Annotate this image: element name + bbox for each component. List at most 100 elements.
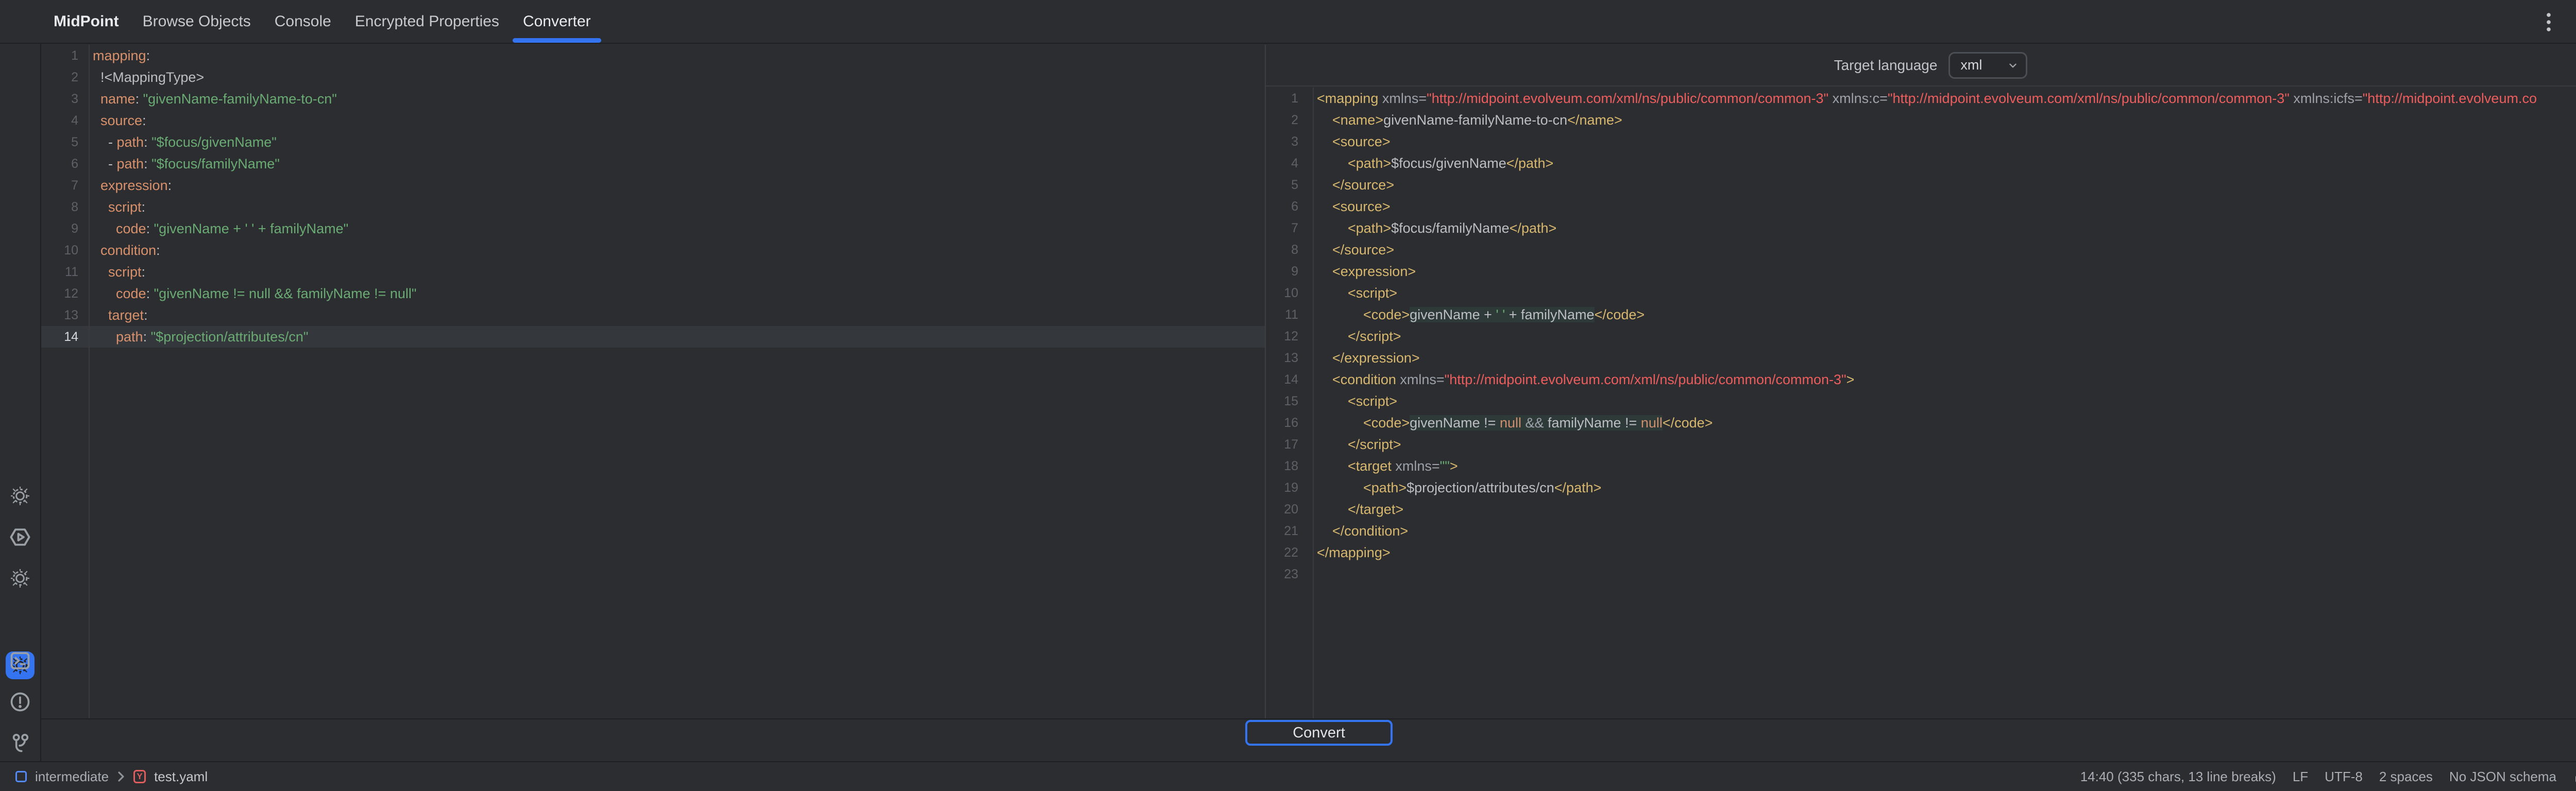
- code-line[interactable]: path: "$projection/attributes/cn": [93, 326, 1265, 348]
- line-number: 7: [1266, 217, 1313, 239]
- yaml-line-number-gutter: 1234567891011121314: [41, 45, 90, 718]
- code-line[interactable]: <path>$focus/givenName</path>: [1317, 152, 2576, 174]
- terminal-icon[interactable]: [8, 649, 32, 673]
- line-number: 6: [41, 153, 89, 175]
- code-line[interactable]: name: "givenName-familyName-to-cn": [93, 88, 1265, 110]
- code-line[interactable]: <mapping xmlns="http://midpoint.evolveum…: [1317, 88, 2576, 109]
- xml-output-editor[interactable]: 1234567891011121314151617181920212223 <m…: [1266, 88, 2576, 718]
- line-number: 22: [1266, 542, 1313, 563]
- code-line[interactable]: - path: "$focus/familyName": [93, 153, 1265, 175]
- chevron-right-icon: [117, 770, 125, 783]
- code-line[interactable]: </expression>: [1317, 347, 2576, 369]
- breadcrumb-project[interactable]: intermediate: [35, 769, 109, 785]
- line-number: 11: [1266, 304, 1313, 325]
- code-line[interactable]: <path>$projection/attributes/cn</path>: [1317, 477, 2576, 498]
- alert-circle-icon[interactable]: [8, 690, 32, 714]
- code-line[interactable]: - path: "$focus/givenName": [93, 131, 1265, 153]
- code-line[interactable]: </source>: [1317, 174, 2576, 196]
- line-number: 11: [41, 261, 89, 283]
- convert-button[interactable]: Convert: [1245, 720, 1393, 746]
- target-language-label: Target language: [1834, 57, 1938, 74]
- code-line[interactable]: <source>: [1317, 196, 2576, 217]
- line-number: 3: [41, 88, 89, 110]
- git-branch-icon[interactable]: [8, 731, 32, 754]
- line-number: 5: [41, 131, 89, 153]
- code-line[interactable]: </mapping>: [1317, 542, 2576, 563]
- line-number: 20: [1266, 498, 1313, 520]
- tab-browse-objects[interactable]: Browse Objects: [143, 12, 251, 31]
- code-line[interactable]: code: "givenName != null && familyName !…: [93, 283, 1265, 304]
- json-schema-widget[interactable]: No JSON schema: [2449, 769, 2556, 785]
- tab-console[interactable]: Console: [275, 12, 331, 31]
- line-number: 2: [41, 66, 89, 88]
- code-line[interactable]: </script>: [1317, 325, 2576, 347]
- line-number: 10: [41, 239, 89, 261]
- xml-code-area[interactable]: <mapping xmlns="http://midpoint.evolveum…: [1314, 88, 2576, 718]
- converter-gear-icon[interactable]: [8, 484, 32, 508]
- code-line[interactable]: condition:: [93, 239, 1265, 261]
- tool-window-title: MidPoint: [54, 12, 119, 31]
- code-line[interactable]: <condition xmlns="http://midpoint.evolve…: [1317, 369, 2576, 390]
- line-number: 17: [1266, 434, 1313, 455]
- converter-gear-icon[interactable]: [8, 566, 32, 590]
- code-line[interactable]: </condition>: [1317, 520, 2576, 542]
- code-line[interactable]: <expression>: [1317, 261, 2576, 282]
- converter-options-header: Target language xml: [1266, 45, 2576, 87]
- window-buttons: [2542, 0, 2576, 44]
- code-line[interactable]: <script>: [1317, 390, 2576, 412]
- line-number: 13: [1266, 347, 1313, 369]
- code-line[interactable]: <path>$focus/familyName</path>: [1317, 217, 2576, 239]
- line-number: 6: [1266, 196, 1313, 217]
- line-number: 19: [1266, 477, 1313, 498]
- code-line[interactable]: !<MappingType>: [93, 66, 1265, 88]
- code-line[interactable]: <code>givenName + ' ' + familyName</code…: [1317, 304, 2576, 325]
- line-number: 13: [41, 304, 89, 326]
- line-number: 23: [1266, 563, 1313, 585]
- xml-line-number-gutter: 1234567891011121314151617181920212223: [1266, 88, 1314, 718]
- code-line[interactable]: target:: [93, 304, 1265, 326]
- editors-bottom-divider: [41, 718, 2576, 719]
- line-number: 1: [1266, 88, 1313, 109]
- breadcrumb-file[interactable]: test.yaml: [154, 769, 208, 785]
- code-line[interactable]: <code>givenName != null && familyName !=…: [1317, 412, 2576, 434]
- kebab-menu-icon[interactable]: [2542, 11, 2555, 33]
- code-line[interactable]: mapping:: [93, 45, 1265, 66]
- code-line[interactable]: <name>givenName-familyName-to-cn</name>: [1317, 109, 2576, 131]
- code-line[interactable]: </target>: [1317, 498, 2576, 520]
- caret-position-widget[interactable]: 14:40 (335 chars, 13 line breaks): [2080, 769, 2276, 785]
- encoding-widget[interactable]: UTF-8: [2325, 769, 2363, 785]
- code-line[interactable]: expression:: [93, 175, 1265, 196]
- code-line[interactable]: script:: [93, 196, 1265, 218]
- code-line[interactable]: <target xmlns="">: [1317, 455, 2576, 477]
- yaml-code-area[interactable]: mapping: !<MappingType> name: "givenName…: [90, 45, 1265, 718]
- code-line[interactable]: source:: [93, 110, 1265, 131]
- indent-widget[interactable]: 2 spaces: [2379, 769, 2433, 785]
- breadcrumb: intermediate Y test.yaml: [15, 769, 208, 785]
- tab-encrypted-properties[interactable]: Encrypted Properties: [355, 12, 499, 31]
- code-line[interactable]: </script>: [1317, 434, 2576, 455]
- line-number: 9: [1266, 261, 1313, 282]
- yaml-source-editor[interactable]: 1234567891011121314 mapping: !<MappingTy…: [41, 45, 1265, 718]
- line-number: 21: [1266, 520, 1313, 542]
- line-number: 4: [1266, 152, 1313, 174]
- line-ending-widget[interactable]: LF: [2293, 769, 2308, 785]
- line-number: 4: [41, 110, 89, 131]
- line-number: 18: [1266, 455, 1313, 477]
- line-number: 12: [41, 283, 89, 304]
- line-number: 12: [1266, 325, 1313, 347]
- line-number: 8: [41, 196, 89, 218]
- code-line[interactable]: <source>: [1317, 131, 2576, 152]
- line-number: 7: [41, 175, 89, 196]
- code-line[interactable]: script:: [93, 261, 1265, 283]
- run-hexagon-play-icon[interactable]: [8, 525, 32, 549]
- line-number: 5: [1266, 174, 1313, 196]
- line-number: 2: [1266, 109, 1313, 131]
- yaml-file-icon: Y: [133, 770, 146, 783]
- code-line[interactable]: <script>: [1317, 282, 2576, 304]
- code-line[interactable]: [1317, 563, 2576, 585]
- unlock-icon[interactable]: [2573, 768, 2576, 785]
- tab-converter[interactable]: Converter: [523, 12, 591, 31]
- code-line[interactable]: code: "givenName + ' ' + familyName": [93, 218, 1265, 239]
- code-line[interactable]: </source>: [1317, 239, 2576, 261]
- target-language-select[interactable]: xml: [1948, 52, 2027, 79]
